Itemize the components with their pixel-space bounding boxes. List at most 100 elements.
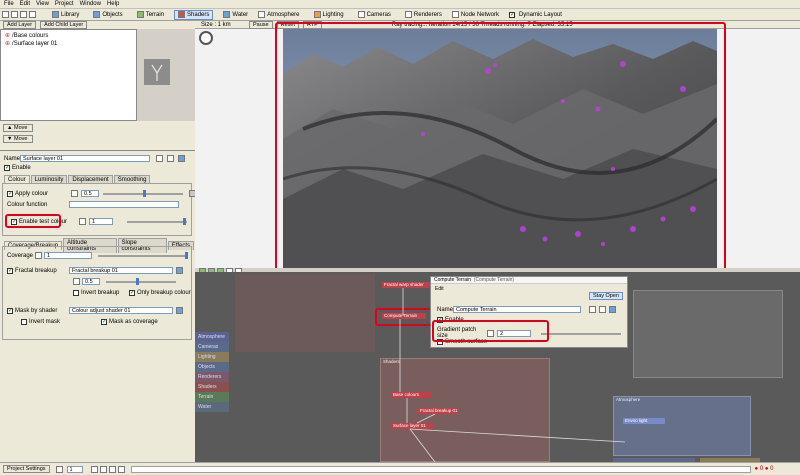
dialog-settings-icon[interactable] <box>589 306 596 313</box>
legend-atmosphere[interactable]: Atmosphere <box>195 332 229 342</box>
test-colour-swatch-icon[interactable] <box>79 218 86 225</box>
lighting-icon <box>313 11 321 18</box>
menu-file[interactable]: File <box>4 1 14 7</box>
menu-project[interactable]: Project <box>55 1 74 7</box>
fractal-value-icon[interactable] <box>73 278 80 285</box>
undo-icon[interactable] <box>29 11 36 18</box>
settings-icon[interactable] <box>156 155 163 162</box>
fractal-breakup-info-icon[interactable] <box>176 267 183 274</box>
legend-lighting[interactable]: Lighting <box>195 352 229 362</box>
shader-preview-thumbnail <box>144 59 170 85</box>
fractal-breakup-field[interactable]: Fractal breakup 01 <box>69 267 173 274</box>
coverage-value[interactable]: 1 <box>44 252 92 259</box>
timeline-icon[interactable] <box>55 465 63 473</box>
dialog-info-icon[interactable] <box>609 306 616 313</box>
legend-water[interactable]: Water <box>195 402 229 412</box>
dialog-name-field[interactable]: Compute Terrain <box>453 306 581 313</box>
fractal-breakup-row: Fractal breakup Fractal breakup 01 <box>7 267 183 274</box>
name-field[interactable]: Surface layer 01 <box>20 155 150 162</box>
test-colour-value[interactable]: 1 <box>89 218 113 225</box>
gradient-slider[interactable] <box>541 330 621 337</box>
mask-row: Mask by shader Colour adjust shader 01 <box>7 307 183 314</box>
node-legend: Atmosphere Cameras Lighting Objects Rend… <box>195 332 229 412</box>
enable-checkbox[interactable] <box>4 164 10 171</box>
test-colour-slider[interactable] <box>127 218 187 225</box>
layer-item[interactable]: ⊕ /Base colours <box>5 32 136 40</box>
enable-row[interactable]: Enable <box>4 164 31 171</box>
lighting-button[interactable]: Lighting <box>310 10 348 20</box>
terrain-button[interactable]: Terrain <box>133 10 168 20</box>
dialog-help-icon[interactable] <box>599 306 606 313</box>
mask-shader-field[interactable]: Colour adjust shader 01 <box>69 307 173 314</box>
legend-shaders[interactable]: Shaders <box>195 382 229 392</box>
apply-colour-row: Apply colour 0.5 <box>7 190 196 197</box>
status-bar: Project Settings 1 ● 0 ● 0 <box>0 462 800 475</box>
status-indicators: ● 0 ● 0 <box>754 466 774 472</box>
fractal-value[interactable]: 0.5 <box>82 278 100 285</box>
add-child-layer-button[interactable]: Add Child Layer <box>40 21 88 29</box>
properties-panel: Name Surface layer 01 Enable Colour Lumi… <box>0 150 202 462</box>
menu-view[interactable]: View <box>36 1 49 7</box>
legend-terrain[interactable]: Terrain <box>195 392 229 402</box>
node-network-icon <box>451 11 459 18</box>
move-down-button[interactable]: ▼ Move <box>3 135 33 143</box>
layer-item[interactable]: ⊕ /Surface layer 01 <box>5 40 136 48</box>
info-icon[interactable] <box>178 155 185 162</box>
library-button[interactable]: Library <box>48 10 83 20</box>
legend-renderers[interactable]: Renderers <box>195 372 229 382</box>
fractal-breakup-checkbox[interactable] <box>7 267 13 274</box>
colour-function-field[interactable] <box>69 201 179 208</box>
play-forward-icon[interactable] <box>108 465 116 473</box>
dialog-titlebar: Compute Terrain (Compute Terrain) <box>431 277 627 284</box>
invert-breakup-checkbox[interactable] <box>73 290 79 296</box>
highlight-gradient-patch <box>432 320 549 342</box>
dialog-name-row: Name Compute Terrain <box>437 306 616 313</box>
apply-colour-value[interactable]: 0.5 <box>81 190 99 197</box>
apply-colour-checkbox[interactable] <box>7 190 13 197</box>
frame-field[interactable]: 1 <box>66 465 83 473</box>
invert-mask-checkbox[interactable] <box>21 319 27 325</box>
menu-edit[interactable]: Edit <box>20 1 30 7</box>
breakup-options-row: Invert breakup Only breakup colour <box>73 289 191 296</box>
atmosphere-button[interactable]: Atmosphere <box>254 10 303 20</box>
coverage-tab-content: Coverage 1 Fractal breakup Fractal break… <box>2 246 192 340</box>
help-icon[interactable] <box>167 155 174 162</box>
highlight-test-colour <box>5 214 61 228</box>
node-network-button[interactable]: Node Network <box>448 10 503 20</box>
add-layer-button[interactable]: Add Layer <box>3 21 37 29</box>
mask-by-shader-checkbox[interactable] <box>7 307 13 314</box>
play-back-icon[interactable] <box>90 465 98 473</box>
timeline-slider[interactable] <box>130 465 751 473</box>
shaders-button[interactable]: Shaders <box>174 9 214 20</box>
play-icon[interactable] <box>99 465 107 473</box>
legend-objects[interactable]: Objects <box>195 362 229 372</box>
compass-icon[interactable] <box>199 31 213 45</box>
coverage-icon[interactable] <box>35 252 42 259</box>
only-breakup-colour-checkbox[interactable] <box>129 289 135 296</box>
stay-open-button[interactable]: Stay Open <box>589 292 623 300</box>
move-up-button[interactable]: ▲ Move <box>3 124 33 132</box>
fractal-slider[interactable] <box>106 278 176 285</box>
coverage-slider[interactable] <box>98 252 188 259</box>
dynamic-layout-checkbox[interactable] <box>508 11 515 18</box>
objects-button[interactable]: Objects <box>89 10 126 20</box>
apply-colour-slider[interactable] <box>103 190 183 197</box>
mask-info-icon[interactable] <box>176 307 183 314</box>
menu-help[interactable]: Help <box>107 1 119 7</box>
preview-image <box>144 59 170 85</box>
dynamic-layout-toggle[interactable]: Dynamic Layout <box>505 10 566 20</box>
water-button[interactable]: Water <box>219 10 252 20</box>
open-icon[interactable] <box>11 11 18 18</box>
legend-cameras[interactable]: Cameras <box>195 342 229 352</box>
atmosphere-icon <box>258 11 266 18</box>
menu-window[interactable]: Window <box>80 1 101 7</box>
save-icon[interactable] <box>20 11 27 18</box>
pause-button[interactable]: Pause <box>249 20 273 29</box>
renderers-button[interactable]: Renderers <box>401 10 446 20</box>
new-icon[interactable] <box>2 11 9 18</box>
mask-as-coverage-checkbox[interactable] <box>101 318 107 325</box>
project-settings-button[interactable]: Project Settings <box>3 465 50 473</box>
colour-swatch-icon[interactable] <box>71 190 78 197</box>
cameras-button[interactable]: Cameras <box>354 10 395 20</box>
stop-icon[interactable] <box>117 465 125 473</box>
